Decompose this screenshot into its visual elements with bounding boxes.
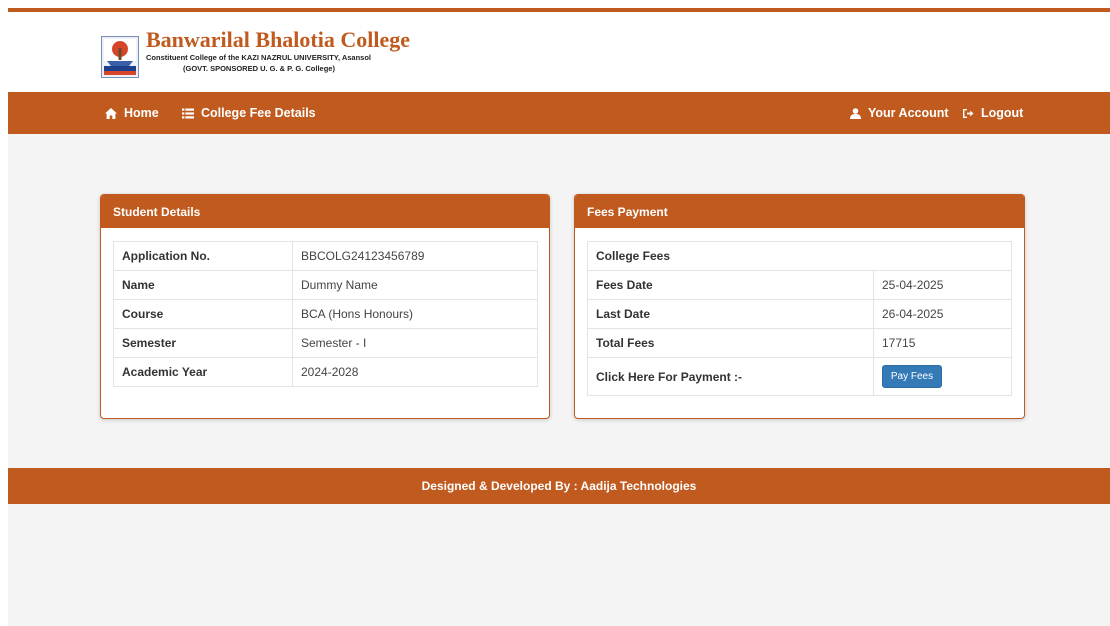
payment-prompt: Click Here For Payment :- xyxy=(587,357,874,396)
college-fees-label: College Fees xyxy=(587,241,1012,271)
student-details-table: Application No. BBCOLG24123456789 Name Dumm… xyxy=(113,241,538,387)
row-label: Fees Date xyxy=(587,270,874,300)
pay-fees-button[interactable]: Pay Fees xyxy=(882,365,942,388)
fees-payment-table: College Fees Fees Date 25-04-2025 Last Dat… xyxy=(587,241,1012,396)
student-details-panel: Student Details Application No. BBCOLG241… xyxy=(100,194,550,419)
college-status: (GOVT. SPONSORED U. G. & P. G. College) xyxy=(183,64,335,73)
table-row: Fees Date 25-04-2025 xyxy=(587,270,1012,300)
row-value: 26-04-2025 xyxy=(873,299,1012,329)
row-label: Name xyxy=(113,270,293,300)
college-affiliation: Constituent College of the KAZI NAZRUL U… xyxy=(146,53,372,62)
row-label: Academic Year xyxy=(113,357,293,387)
row-value: 25-04-2025 xyxy=(873,270,1012,300)
college-crest-icon xyxy=(101,36,139,78)
site-header: Banwarilal Bhalotia College Constituent … xyxy=(8,12,1110,92)
list-icon xyxy=(182,108,194,118)
fees-payment-panel: Fees Payment College Fees Fees Date 25-04… xyxy=(574,194,1025,419)
row-value: BBCOLG24123456789 xyxy=(292,241,538,271)
row-label: Application No. xyxy=(113,241,293,271)
pay-button-cell: Pay Fees xyxy=(873,357,1012,396)
nav-account-label: Your Account xyxy=(868,106,949,120)
row-value: BCA (Hons Honours) xyxy=(292,299,538,329)
table-row: Semester Semester - I xyxy=(113,328,538,358)
row-label: Total Fees xyxy=(587,328,874,358)
site-footer: Designed & Developed By : Aadija Technol… xyxy=(8,468,1110,504)
row-label: Semester xyxy=(113,328,293,358)
nav-fee-details-label: College Fee Details xyxy=(201,106,316,120)
fees-payment-title: Fees Payment xyxy=(575,195,1024,228)
table-row: Application No. BBCOLG24123456789 xyxy=(113,241,538,271)
page: Banwarilal Bhalotia College Constituent … xyxy=(8,8,1110,626)
table-row: Last Date 26-04-2025 xyxy=(587,299,1012,329)
table-row: Name Dummy Name xyxy=(113,270,538,300)
row-label: Last Date xyxy=(587,299,874,329)
college-name: Banwarilal Bhalotia College xyxy=(146,27,410,52)
row-label: Course xyxy=(113,299,293,329)
row-value: 17715 xyxy=(873,328,1012,358)
footer-credit: Designed & Developed By : Aadija Technol… xyxy=(421,479,697,493)
row-value: Dummy Name xyxy=(292,270,538,300)
nav-college-fee-details[interactable]: College Fee Details xyxy=(182,92,316,134)
payment-row: Click Here For Payment :- Pay Fees xyxy=(587,357,1012,396)
student-details-title: Student Details xyxy=(101,195,549,228)
nav-logout[interactable]: Logout xyxy=(962,92,1023,134)
main-navbar: Home College Fee Details Your Account Lo… xyxy=(8,92,1110,134)
college-fees-row: College Fees xyxy=(587,241,1012,271)
logout-icon xyxy=(963,108,974,118)
table-row: Academic Year 2024-2028 xyxy=(113,357,538,387)
row-value: 2024-2028 xyxy=(292,357,538,387)
nav-home-label: Home xyxy=(124,106,159,120)
table-row: Course BCA (Hons Honours) xyxy=(113,299,538,329)
row-value: Semester - I xyxy=(292,328,538,358)
nav-home[interactable]: Home xyxy=(105,92,159,134)
home-icon xyxy=(105,107,117,119)
nav-logout-label: Logout xyxy=(981,106,1024,120)
user-icon xyxy=(850,107,861,119)
nav-your-account[interactable]: Your Account xyxy=(850,92,949,134)
table-row: Total Fees 17715 xyxy=(587,328,1012,358)
